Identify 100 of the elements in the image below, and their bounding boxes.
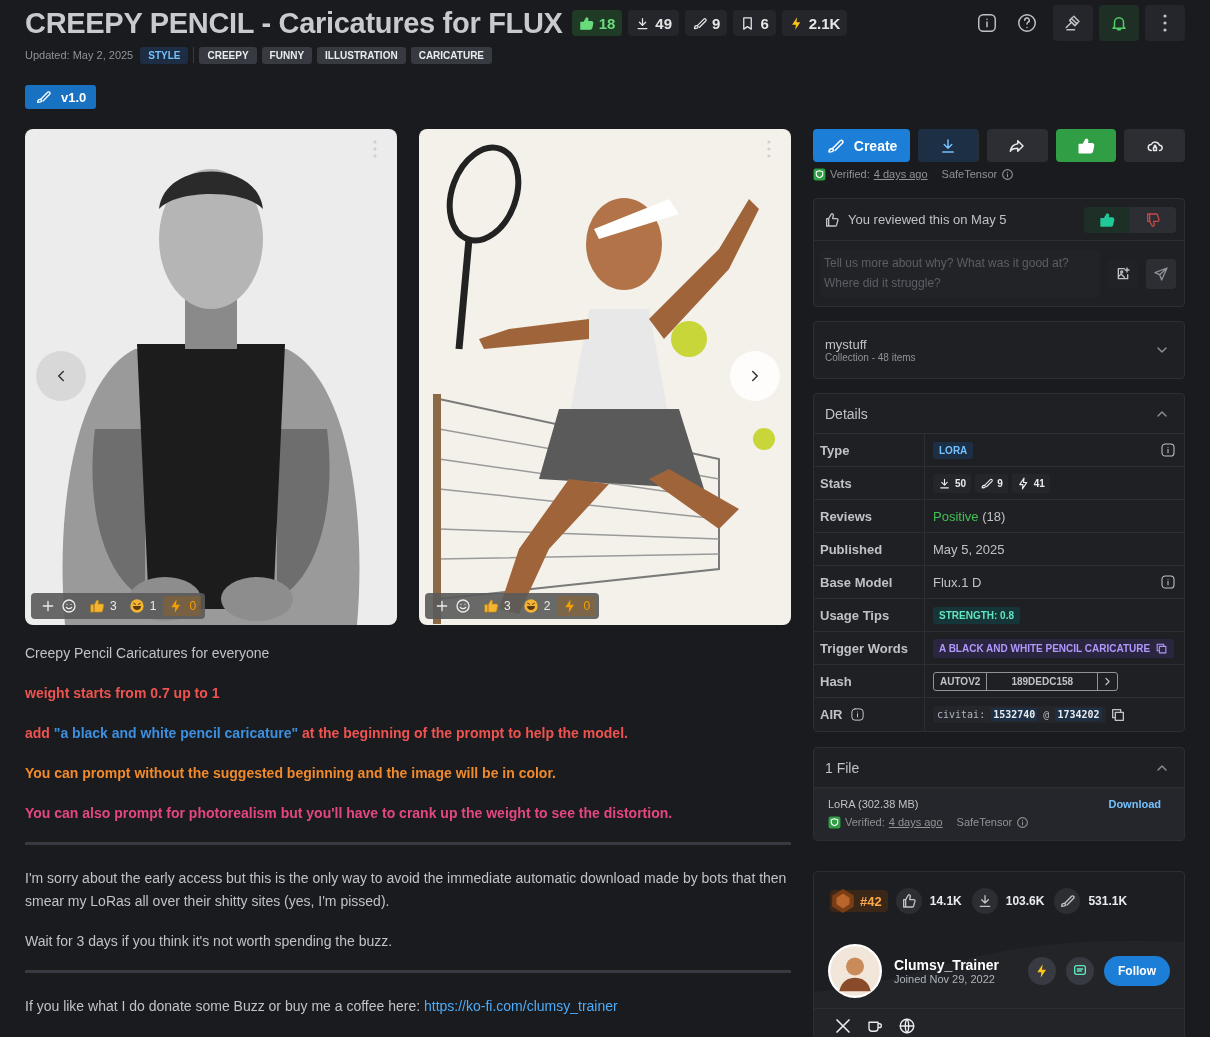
gavel-button[interactable]: [1053, 5, 1093, 41]
brush-icon: [1059, 893, 1076, 909]
medal-icon: [830, 888, 856, 914]
description-paragraph: weight starts from 0.7 up to 1: [25, 684, 221, 703]
info-icon[interactable]: [976, 12, 998, 34]
reaction-button[interactable]: 1: [123, 596, 162, 616]
hash-value[interactable]: 189DEDC158: [987, 672, 1099, 690]
brush-icon: [692, 15, 708, 31]
tag[interactable]: FUNNY: [261, 46, 313, 64]
detail-label: Trigger Words: [820, 640, 908, 656]
thumbs-up-icon: [578, 15, 594, 31]
brush-icon: [980, 476, 994, 490]
info-icon[interactable]: [1160, 442, 1176, 458]
help-icon[interactable]: [1016, 12, 1038, 34]
detail-label: Usage Tips: [820, 607, 890, 623]
image-add-icon: [1115, 266, 1131, 282]
info-icon[interactable]: [1016, 815, 1030, 829]
lightning-icon: [1016, 476, 1030, 490]
follow-button[interactable]: Follow: [1104, 956, 1170, 986]
notification-button[interactable]: [1099, 5, 1139, 41]
joined-date: Joined Nov 29, 2022: [894, 973, 996, 985]
stat-chip[interactable]: 18: [571, 10, 623, 36]
description-paragraph: Creepy Pencil Caricatures for everyone: [25, 644, 271, 663]
smiley-icon: [455, 598, 471, 614]
create-button[interactable]: Create: [813, 129, 911, 162]
trigger-word-badge[interactable]: A BLACK AND WHITE PENCIL CARICATURE: [933, 638, 1175, 658]
review-summary[interactable]: Positive (18): [933, 508, 1006, 524]
stat-chip[interactable]: 49: [628, 10, 680, 36]
smiley-icon: [61, 598, 77, 614]
stat-chip[interactable]: 2.1K: [781, 10, 848, 36]
collection-card[interactable]: mystuff Collection - 48 items: [813, 321, 1185, 379]
review-status: You reviewed this on May 5: [848, 212, 1008, 227]
info-icon[interactable]: [850, 707, 866, 722]
stat-chip[interactable]: 6: [733, 10, 776, 36]
send-icon: [1153, 266, 1169, 282]
description-paragraph: add "a black and white pencil caricature" at the beginning of the prompt to help the model.: [25, 724, 629, 743]
description-paragraph: You can prompt without the suggested beginning and the image will be in color.: [25, 764, 557, 783]
description-paragraph: Wait for 3 days if you think it's not worth spending the buzz.: [25, 932, 394, 951]
download-icon: [635, 15, 651, 31]
description-paragraph: You can also prompt for photorealism but you'll have to crank up the weight to see the distortion.: [25, 804, 674, 823]
creator-name[interactable]: Clumsy_Trainer: [894, 957, 1018, 973]
verified-date-link[interactable]: 4 days ago: [873, 168, 928, 180]
tag[interactable]: ILLUSTRATION: [317, 46, 406, 64]
thumbs-up-icon: [483, 598, 499, 614]
info-icon[interactable]: [1001, 167, 1015, 181]
info-icon[interactable]: [1160, 574, 1176, 590]
reaction-button[interactable]: 2: [517, 596, 556, 616]
format-label: SafeTensor: [956, 816, 1013, 828]
cloud-lock-button[interactable]: [1124, 129, 1185, 162]
stat-chip[interactable]: 9: [685, 10, 728, 36]
air-code[interactable]: civitai: 1532740 @ 1734202: [933, 706, 1106, 723]
like-button[interactable]: [1055, 129, 1117, 162]
thumbs-down-icon: [1145, 211, 1161, 228]
brush-icon: [35, 89, 51, 105]
menu-button[interactable]: [1145, 5, 1185, 41]
detail-label: Hash: [820, 673, 852, 689]
thumbs-down-button[interactable]: [1130, 206, 1176, 233]
tag[interactable]: CREEPY: [199, 46, 257, 64]
download-link[interactable]: Download: [1108, 798, 1161, 810]
version-button[interactable]: v1.0: [25, 85, 97, 109]
globe-icon[interactable]: [898, 1017, 916, 1035]
stat-chip: 41: [1011, 473, 1050, 493]
share-button[interactable]: [986, 129, 1048, 162]
rank-number: #42: [860, 893, 882, 909]
detail-label: AIR: [820, 707, 843, 722]
detail-label: Stats: [820, 475, 852, 491]
tag[interactable]: CARICATURE: [410, 46, 493, 64]
description-paragraph: If you like what I do donate some Buzz or buy me a coffee here: https://ko-fi.com/clumsy_trainer: [25, 997, 619, 1016]
detail-label: Type: [820, 442, 850, 458]
send-button[interactable]: [1146, 259, 1176, 289]
file-name: LoRA (302.38 MB): [828, 798, 919, 810]
stat-chip: 9: [975, 473, 1008, 493]
plus-icon: [434, 598, 450, 614]
detail-value: May 5, 2025: [933, 541, 1005, 557]
page-title: CREEPY PENCIL - Caricatures for FLUX: [25, 6, 563, 40]
avatar[interactable]: [828, 944, 882, 998]
verified-date-link[interactable]: 4 days ago: [888, 816, 943, 828]
ko-fi-link[interactable]: https://ko-fi.com/clumsy_trainer: [423, 998, 618, 1014]
reaction-button[interactable]: 3: [478, 596, 516, 616]
category-tag[interactable]: STYLE: [140, 46, 189, 64]
reaction-button[interactable]: 3: [84, 596, 122, 616]
detail-value: Flux.1 D: [933, 574, 982, 590]
thumbs-up-icon: [1076, 136, 1095, 155]
shield-icon: [813, 167, 826, 181]
thumbs-up-button[interactable]: [1084, 206, 1130, 233]
menu-icon: [1163, 14, 1167, 32]
copy-icon[interactable]: [1155, 641, 1169, 655]
hash-type[interactable]: AUTOV2: [934, 672, 988, 690]
review-field[interactable]: Tell us more about why? What was it good at? Where did it struggle?: [820, 250, 1100, 298]
menu-icon: [767, 140, 771, 158]
bell-icon: [1110, 14, 1128, 32]
download-button[interactable]: [918, 129, 979, 162]
x-icon[interactable]: [834, 1017, 852, 1035]
laughing-face-icon: [128, 598, 145, 614]
thumbs-up-icon: [900, 893, 917, 909]
stat-chip: 50: [933, 473, 972, 493]
copy-icon[interactable]: [1109, 706, 1126, 723]
creator-stat: 14.1K: [929, 894, 962, 908]
gavel-icon: [1064, 14, 1082, 32]
detail-label: Reviews: [820, 508, 873, 524]
